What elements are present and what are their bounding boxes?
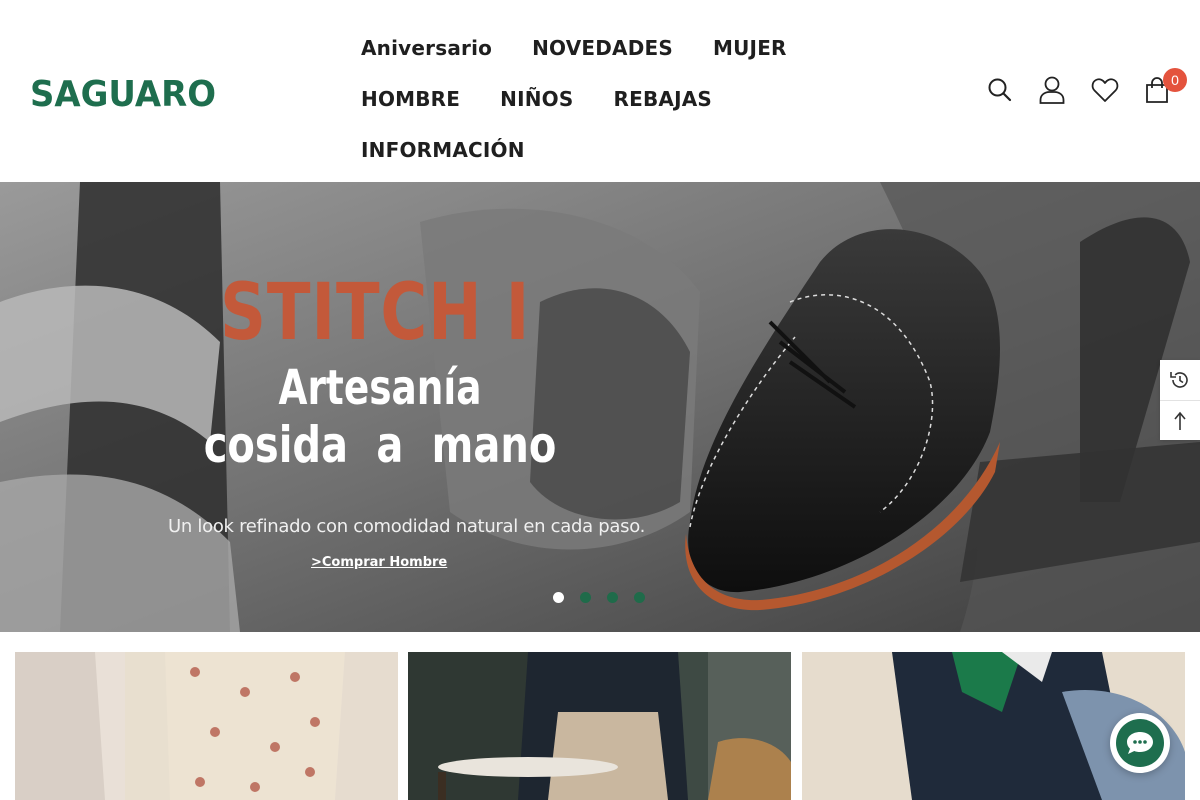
slider-dot-1[interactable] [553, 592, 564, 603]
nav-item-mujer[interactable]: MUJER [713, 36, 787, 60]
saguaro-logo-icon: SAGUARO [30, 74, 216, 112]
hero-banner[interactable]: STITCH I Artesanía cosida a mano Un look… [0, 182, 1200, 632]
main-nav: Aniversario NOVEDADES MUJER HOMBRE NIÑOS… [361, 22, 921, 175]
men-category-image [408, 652, 791, 800]
chat-button[interactable] [1110, 713, 1170, 773]
nav-item-novedades[interactable]: NOVEDADES [532, 36, 673, 60]
hero-title: STITCH I [220, 268, 531, 358]
nav-item-hombre[interactable]: HOMBRE [361, 87, 460, 111]
search-icon[interactable] [980, 72, 1020, 108]
nav-item-rebajas[interactable]: REBAJAS [613, 87, 712, 111]
nav-item-ninos[interactable]: NIÑOS [500, 87, 573, 111]
slider-dots [553, 592, 645, 603]
header-icons: 0 [980, 68, 1190, 112]
slider-dot-2[interactable] [580, 592, 591, 603]
arrow-up-icon[interactable] [1160, 400, 1200, 440]
nav-item-informacion[interactable]: INFORMACIÓN [361, 138, 525, 162]
brand-logo[interactable]: SAGUARO [30, 72, 220, 112]
shop-men-link[interactable]: >Comprar Hombre [311, 555, 447, 570]
user-icon[interactable] [1032, 72, 1072, 108]
cart-button[interactable]: 0 [1137, 68, 1187, 108]
logo-text: SAGUARO [30, 74, 216, 112]
heart-icon[interactable] [1085, 72, 1125, 108]
site-header: SAGUARO Aniversario NOVEDADES MUJER HOMB… [0, 0, 1200, 182]
history-icon[interactable] [1160, 360, 1200, 400]
side-toolbar [1160, 360, 1200, 440]
nav-item-aniversario[interactable]: Aniversario [361, 36, 492, 60]
category-tile-men[interactable] [408, 652, 791, 800]
slider-dot-3[interactable] [607, 592, 618, 603]
cart-count-badge: 0 [1163, 68, 1187, 92]
slider-dot-4[interactable] [634, 592, 645, 603]
hero-subtitle-line1: Artesanía [278, 360, 482, 416]
hero-subtitle-line2: cosida a mano [203, 416, 557, 474]
category-tile-women[interactable] [15, 652, 398, 800]
women-category-image [15, 652, 398, 800]
hero-tagline: Un look refinado con comodidad natural e… [168, 516, 646, 537]
chat-bubble-icon [1116, 719, 1164, 767]
